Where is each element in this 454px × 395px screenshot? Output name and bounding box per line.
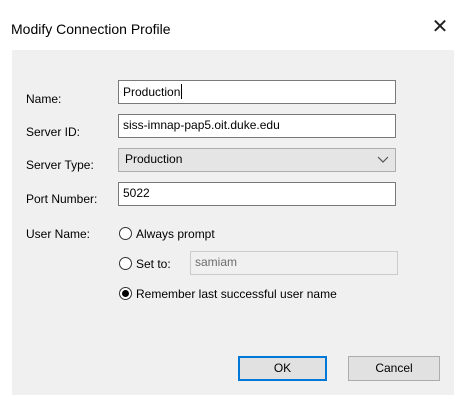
name-input[interactable]: Production (118, 80, 396, 104)
port-number-input-value: 5022 (123, 186, 150, 200)
radio-always-prompt[interactable]: Always prompt (119, 226, 319, 244)
ok-button[interactable]: OK (238, 356, 327, 381)
server-id-input[interactable]: siss-imnap-pap5.oit.duke.edu (118, 114, 396, 138)
radio-set-to[interactable]: Set to: (119, 256, 189, 274)
radio-remember-last-user-label: Remember last successful user name (136, 287, 337, 301)
dialog-body: Name: Production Server ID: siss-imnap-p… (12, 50, 454, 395)
set-to-username-value: samiam (195, 255, 238, 269)
radio-remember-last-user-button[interactable] (119, 287, 132, 300)
port-number-input[interactable]: 5022 (118, 182, 396, 206)
server-type-label: Server Type: (26, 158, 94, 172)
chevron-down-icon (377, 156, 389, 163)
modify-connection-profile-dialog: Modify Connection Profile ✕ Name: Produc… (0, 0, 454, 395)
set-to-username-input[interactable]: samiam (190, 251, 398, 275)
dialog-title: Modify Connection Profile (11, 21, 171, 37)
radio-remember-last-user[interactable]: Remember last successful user name (119, 286, 399, 304)
radio-always-prompt-button[interactable] (119, 227, 132, 240)
name-label: Name: (26, 92, 62, 106)
server-type-select[interactable]: Production (118, 148, 396, 172)
radio-set-to-button[interactable] (119, 257, 132, 270)
cancel-button[interactable]: Cancel (348, 356, 440, 381)
server-id-input-value: siss-imnap-pap5.oit.duke.edu (123, 118, 280, 132)
server-id-label: Server ID: (26, 125, 81, 139)
close-icon[interactable]: ✕ (430, 16, 450, 38)
server-type-select-value: Production (125, 152, 183, 166)
radio-always-prompt-label: Always prompt (136, 227, 215, 241)
name-input-value: Production (123, 85, 181, 99)
port-number-label: Port Number: (26, 192, 98, 206)
user-name-label: User Name: (26, 227, 91, 241)
text-caret (181, 84, 183, 99)
radio-set-to-label: Set to: (136, 257, 171, 271)
dialog-titlebar[interactable]: Modify Connection Profile ✕ (0, 0, 454, 46)
